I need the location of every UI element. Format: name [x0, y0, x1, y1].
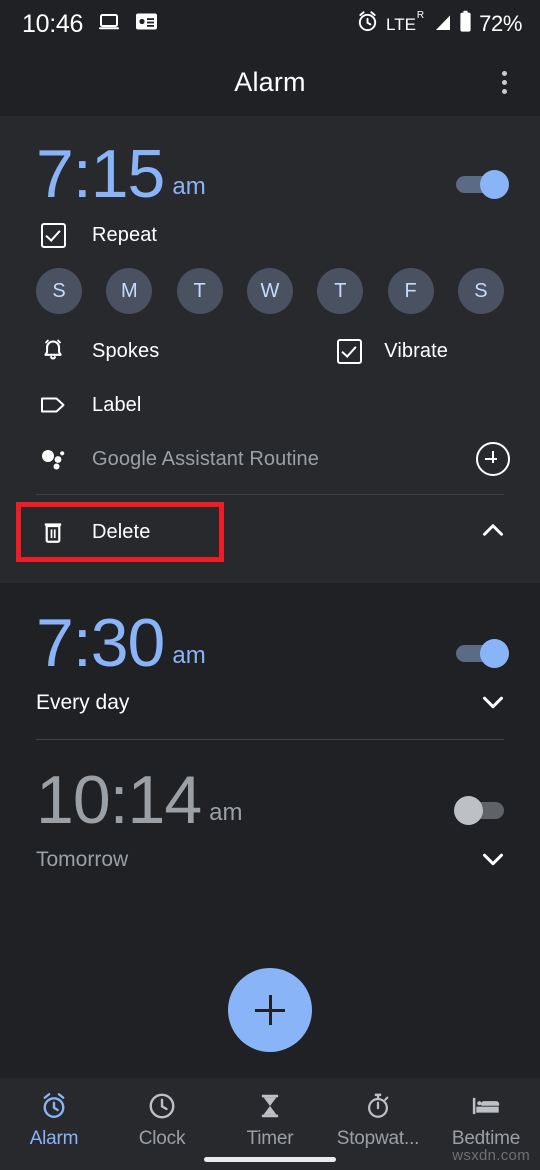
status-bar: 10:46 LTER 72%: [0, 0, 540, 48]
trash-icon: [36, 515, 70, 549]
alarm-time-ampm: am: [172, 642, 206, 669]
bottom-navigation: Alarm Clock Timer Stopwat... Bedtime wsx…: [0, 1078, 540, 1170]
hourglass-icon: [256, 1090, 284, 1122]
google-assistant-icon: [36, 442, 70, 476]
collapse-chevron-up-icon[interactable]: [476, 513, 510, 552]
nav-label-alarm: Alarm: [29, 1128, 79, 1149]
nav-label-clock: Clock: [138, 1128, 186, 1149]
alarm-enable-toggle[interactable]: [454, 796, 510, 825]
repeat-days-row[interactable]: S M T W T F S: [0, 262, 540, 324]
nav-item-stopwatch[interactable]: Stopwat...: [324, 1090, 432, 1150]
alarm-time-value: 10:14: [36, 762, 202, 838]
ringtone-label: Spokes: [92, 339, 160, 362]
alarm-schedule-label: Tomorrow: [36, 848, 129, 871]
nav-item-clock[interactable]: Clock: [108, 1090, 216, 1150]
stopwatch-icon: [364, 1090, 392, 1122]
alarm-time-row[interactable]: 10:14 am: [0, 760, 540, 834]
vibrate-group[interactable]: Vibrate: [337, 338, 448, 364]
day-chip-sunday[interactable]: S: [36, 268, 82, 314]
delete-label: Delete: [92, 520, 151, 543]
add-routine-button[interactable]: [476, 442, 510, 476]
day-chip-tuesday[interactable]: T: [176, 268, 223, 314]
day-chip-wednesday[interactable]: W: [246, 268, 293, 314]
nav-item-bedtime[interactable]: Bedtime: [432, 1090, 540, 1150]
expand-chevron-down-icon[interactable]: [476, 841, 510, 880]
news-card-icon: [135, 12, 158, 36]
nav-item-timer[interactable]: Timer: [216, 1090, 324, 1150]
alarm-card-730: 7:30 am Every day: [0, 583, 540, 740]
label-text: Label: [92, 393, 142, 416]
repeat-checkbox[interactable]: [36, 218, 70, 252]
assistant-routine-row[interactable]: Google Assistant Routine: [0, 432, 540, 486]
alarm-time[interactable]: 7:15 am: [36, 140, 206, 208]
label-row[interactable]: Label: [0, 378, 540, 432]
day-chip-friday[interactable]: F: [387, 268, 434, 314]
page-title: Alarm: [234, 66, 306, 97]
nav-item-alarm[interactable]: Alarm: [0, 1090, 108, 1150]
laptop-icon: [97, 10, 121, 39]
alarm-time-ampm: am: [209, 799, 243, 826]
bed-icon: [471, 1090, 501, 1122]
alarm-time[interactable]: 10:14 am: [36, 766, 243, 834]
status-bar-right: LTER 72%: [356, 10, 522, 38]
watermark: wsxdn.com: [452, 1147, 530, 1164]
alarm-card-expanded: 7:15 am Repeat S M T W T F S Spokes Vibr…: [0, 116, 540, 583]
home-indicator[interactable]: [204, 1157, 336, 1162]
nav-label-timer: Timer: [246, 1128, 294, 1149]
delete-row[interactable]: Delete: [0, 495, 540, 569]
add-alarm-fab[interactable]: [228, 968, 312, 1052]
alarm-icon: [39, 1090, 69, 1122]
alarm-enable-toggle[interactable]: [454, 170, 510, 199]
alarm-list: 7:15 am Repeat S M T W T F S Spokes Vibr…: [0, 116, 540, 1078]
battery-percent-label: 72%: [479, 11, 522, 36]
day-chip-monday[interactable]: M: [106, 268, 153, 314]
day-chip-saturday[interactable]: S: [457, 268, 504, 314]
alarm-time-value: 7:30: [36, 605, 165, 681]
bell-icon: [36, 334, 70, 368]
alarm-enable-toggle[interactable]: [454, 639, 510, 668]
alarm-set-icon: [356, 10, 379, 38]
alarm-time-ampm: am: [172, 173, 206, 200]
alarm-time-value: 7:15: [36, 136, 165, 212]
alarm-time[interactable]: 7:30 am: [36, 609, 206, 677]
alarm-schedule-label: Every day: [36, 691, 130, 714]
repeat-label: Repeat: [92, 223, 158, 246]
status-bar-clock: 10:46: [22, 9, 84, 38]
battery-icon: [459, 10, 472, 38]
clock-icon: [147, 1090, 177, 1122]
network-type-label: LTER: [386, 9, 425, 34]
assistant-routine-label: Google Assistant Routine: [92, 447, 319, 470]
alarm-schedule-row[interactable]: Every day: [0, 677, 540, 729]
repeat-row[interactable]: Repeat: [0, 208, 540, 262]
nav-label-stopwatch: Stopwat...: [336, 1128, 420, 1149]
expand-chevron-down-icon[interactable]: [476, 684, 510, 723]
tag-icon: [36, 388, 70, 422]
ringtone-row[interactable]: Spokes Vibrate: [0, 324, 540, 378]
alarm-time-row[interactable]: 7:15 am: [0, 134, 540, 208]
vibrate-checkbox[interactable]: [337, 338, 363, 364]
vibrate-label: Vibrate: [384, 339, 448, 362]
day-chip-thursday[interactable]: T: [317, 268, 364, 314]
signal-icon: [430, 11, 452, 38]
delete-zone: Delete: [0, 495, 540, 569]
status-bar-left: 10:46: [22, 10, 158, 39]
app-bar: Alarm: [0, 48, 540, 116]
phone-screen: 10:46 LTER 72% Alarm 7:15 am Repeat S M …: [0, 0, 540, 1170]
overflow-menu-icon[interactable]: [486, 64, 522, 100]
alarm-card-1014: 10:14 am Tomorrow: [0, 740, 540, 886]
alarm-schedule-row[interactable]: Tomorrow: [0, 834, 540, 886]
alarm-time-row[interactable]: 7:30 am: [0, 603, 540, 677]
